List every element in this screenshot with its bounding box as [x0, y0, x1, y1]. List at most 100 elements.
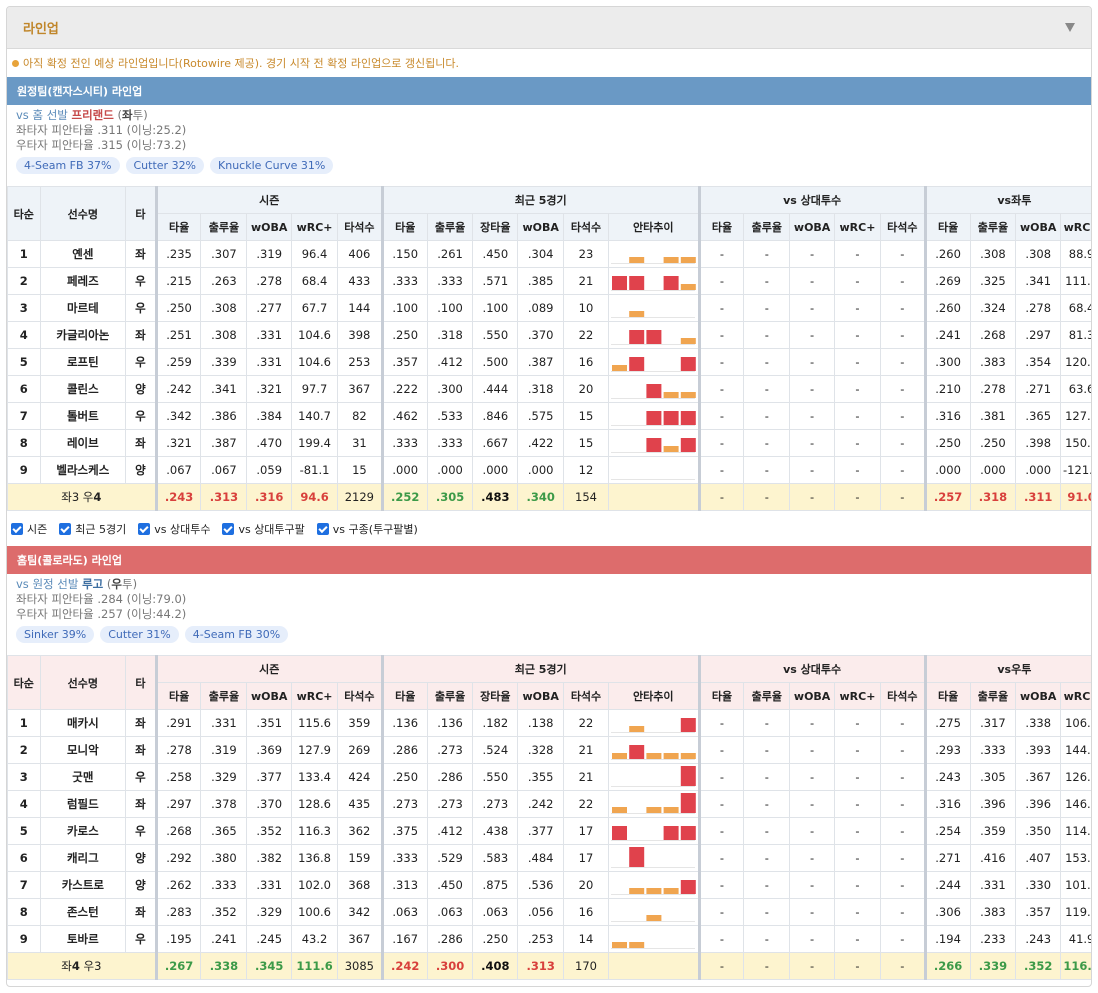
home-pitcher-name[interactable]: 루고	[82, 577, 103, 591]
col-header[interactable]: 타석수	[563, 213, 609, 241]
vs-pitcher-stat: -	[834, 348, 881, 376]
col-header[interactable]: 타율	[923, 213, 971, 241]
recent-stat: .328	[517, 736, 565, 764]
col-header[interactable]: wRC+	[834, 682, 881, 710]
total-recent-stat: 154	[563, 483, 609, 511]
col-header[interactable]: 출루율	[743, 682, 791, 710]
col-header[interactable]: 장타율	[472, 682, 519, 710]
vs-pitcher-stat: -	[789, 294, 836, 322]
col-header[interactable]: 출루율	[969, 682, 1017, 710]
checkbox-checked-icon[interactable]	[138, 523, 151, 535]
player-name[interactable]: 럼필드	[39, 790, 127, 818]
total-recent-stat: .313	[517, 952, 565, 980]
col-header[interactable]: 출루율	[426, 682, 474, 710]
col-header[interactable]: wRC+	[1060, 682, 1091, 710]
season-stat: .378	[200, 790, 248, 818]
col-header[interactable]: wRC+	[834, 213, 881, 241]
col-header[interactable]: wOBA	[517, 682, 565, 710]
checkbox-vs-pitcher[interactable]: vs 상대투수	[138, 521, 210, 537]
split-stat: .325	[969, 267, 1017, 295]
panel-header[interactable]: 라인업	[7, 7, 1091, 49]
player-name[interactable]: 캐리그	[39, 844, 127, 872]
batting-hand: 좌	[125, 429, 157, 457]
player-name[interactable]: 레이브	[39, 429, 127, 457]
player-name[interactable]: 콜린스	[39, 375, 127, 403]
total-split-stat: .311	[1015, 483, 1062, 511]
vs-pitcher-stat: -	[697, 817, 745, 845]
col-header[interactable]: 타율	[154, 682, 202, 710]
player-name[interactable]: 굿맨	[39, 763, 127, 791]
away-pitcher-name[interactable]: 프리랜드	[72, 108, 114, 122]
checkbox-season[interactable]: 시즌	[11, 521, 47, 537]
checkbox-checked-icon[interactable]	[59, 523, 72, 535]
season-stat: 424	[336, 763, 383, 791]
player-name[interactable]: 모니악	[39, 736, 127, 764]
col-header[interactable]: 타율	[380, 682, 428, 710]
checkbox-recent[interactable]: 최근 5경기	[59, 521, 126, 537]
col-header[interactable]: 안타추이	[607, 213, 700, 241]
col-header[interactable]: 타율	[380, 213, 428, 241]
batting-order: 2	[7, 267, 41, 295]
split-stat: .260	[923, 294, 971, 322]
season-stat: 128.6	[291, 790, 338, 818]
batting-order: 1	[7, 709, 41, 737]
player-name[interactable]: 톨버트	[39, 402, 127, 430]
handedness-summary: 좌4 우3	[7, 952, 157, 980]
col-header[interactable]: wOBA	[789, 213, 836, 241]
hit-trend-chart	[610, 257, 696, 264]
recent-stat: .273	[426, 736, 474, 764]
hit-trend-cell	[607, 348, 700, 376]
col-header[interactable]: wRC+	[291, 213, 338, 241]
col-header[interactable]: wOBA	[789, 682, 836, 710]
player-name[interactable]: 존스턴	[39, 898, 127, 926]
col-header[interactable]: 출루율	[200, 682, 248, 710]
col-header[interactable]: wOBA	[517, 213, 565, 241]
season-stat: 127.9	[291, 736, 338, 764]
col-header[interactable]: wOBA	[1015, 213, 1062, 241]
checkbox-checked-icon[interactable]	[316, 523, 329, 535]
col-header[interactable]: 타석수	[336, 682, 383, 710]
handedness-summary: 좌3 우4	[7, 483, 157, 511]
player-name[interactable]: 카글리아논	[39, 321, 127, 349]
col-header[interactable]: 출루율	[743, 213, 791, 241]
checkbox-vs-pitch-type[interactable]: vs 구종(투구팔별)	[316, 521, 418, 537]
col-header[interactable]: 출루율	[200, 213, 248, 241]
player-name[interactable]: 카로스	[39, 817, 127, 845]
player-name[interactable]: 페레즈	[39, 267, 127, 295]
vs-pitcher-stat: -	[743, 294, 791, 322]
col-header[interactable]: 타율	[697, 682, 745, 710]
player-name[interactable]: 마르테	[39, 294, 127, 322]
batting-order: 9	[7, 456, 41, 484]
col-header[interactable]: 출루율	[426, 213, 474, 241]
col-header[interactable]: 장타율	[472, 213, 519, 241]
checkbox-checked-icon[interactable]	[222, 523, 235, 535]
player-name[interactable]: 옌센	[39, 240, 127, 268]
checkbox-vs-arm[interactable]: vs 상대투구팔	[222, 521, 305, 537]
hit-trend-cell	[607, 267, 700, 295]
col-header[interactable]: 타석수	[879, 682, 926, 710]
col-header[interactable]: 타석수	[563, 682, 609, 710]
col-header[interactable]: 타율	[154, 213, 202, 241]
col-header[interactable]: 안타추이	[607, 682, 700, 710]
col-header[interactable]: wOBA	[1015, 682, 1062, 710]
checkbox-checked-icon[interactable]	[11, 523, 23, 535]
col-header[interactable]: wOBA	[246, 682, 293, 710]
split-stat: .396	[969, 790, 1017, 818]
player-name[interactable]: 로프틴	[39, 348, 127, 376]
col-header[interactable]: 타석수	[879, 213, 926, 241]
col-header[interactable]: 타율	[923, 682, 971, 710]
col-header[interactable]: wRC+	[291, 682, 338, 710]
col-header[interactable]: 타석수	[336, 213, 383, 241]
col-header[interactable]: 출루율	[969, 213, 1017, 241]
recent-stat: .136	[380, 709, 428, 737]
player-name[interactable]: 매카시	[39, 709, 127, 737]
col-header[interactable]: wRC+	[1060, 213, 1091, 241]
collapse-triangle-icon[interactable]	[1065, 23, 1075, 32]
player-name[interactable]: 카스트로	[39, 871, 127, 899]
player-name[interactable]: 벨라스케스	[39, 456, 127, 484]
vs-pitcher-stat: -	[743, 456, 791, 484]
player-name[interactable]: 토바르	[39, 925, 127, 953]
col-header[interactable]: wOBA	[246, 213, 293, 241]
recent-stat: .273	[472, 790, 519, 818]
col-header[interactable]: 타율	[697, 213, 745, 241]
